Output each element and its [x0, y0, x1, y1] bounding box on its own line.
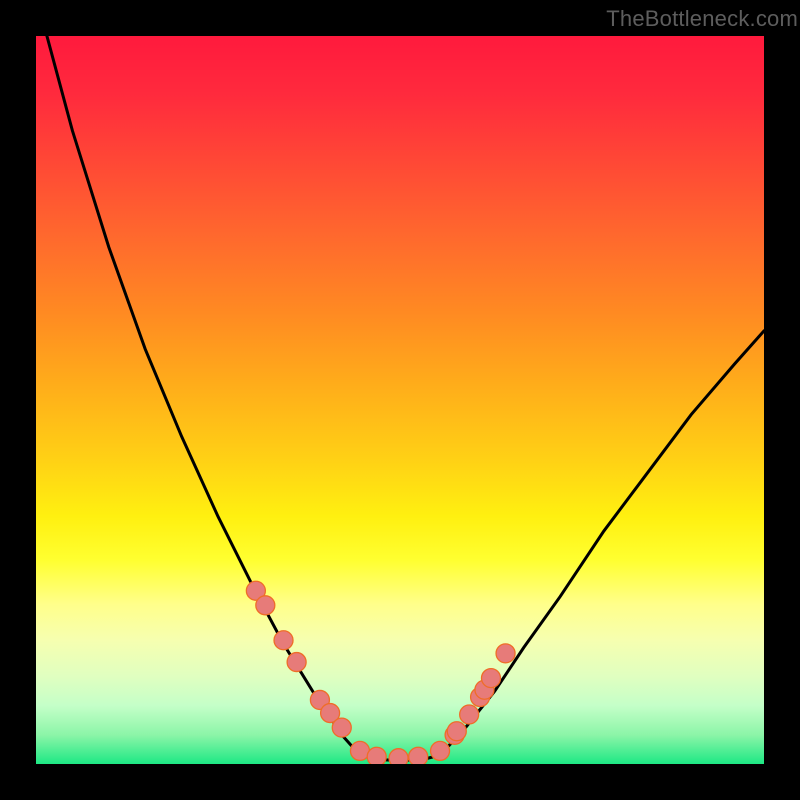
- data-point: [447, 722, 466, 741]
- data-point: [389, 749, 408, 764]
- data-point: [496, 644, 515, 663]
- data-point: [460, 705, 479, 724]
- data-point: [409, 747, 428, 764]
- data-point: [367, 747, 386, 764]
- data-point: [274, 631, 293, 650]
- attribution-text: TheBottleneck.com: [606, 6, 798, 32]
- chart-container: TheBottleneck.com: [0, 0, 800, 800]
- data-point: [431, 741, 450, 760]
- data-point: [287, 653, 306, 672]
- data-point: [482, 669, 501, 688]
- curve-layer: [36, 36, 764, 764]
- plot-area: [36, 36, 764, 764]
- data-point: [332, 718, 351, 737]
- data-point: [256, 596, 275, 615]
- bottleneck-curve: [47, 36, 764, 760]
